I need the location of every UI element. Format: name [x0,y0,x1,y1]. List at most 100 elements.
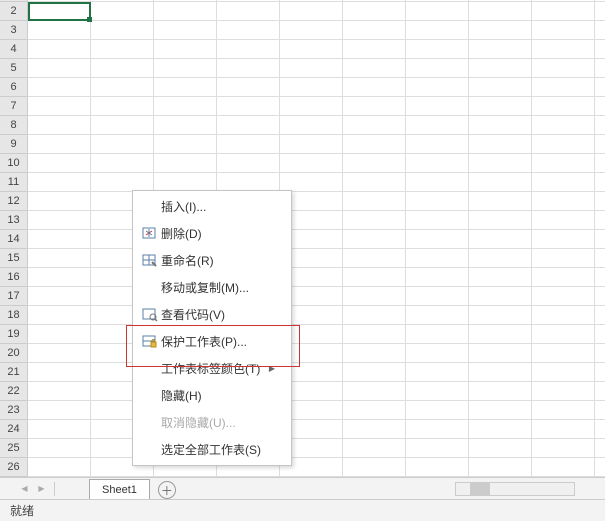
row-header[interactable]: 5 [0,59,27,78]
cell[interactable] [532,458,595,476]
cell[interactable] [91,173,154,191]
cell[interactable] [469,173,532,191]
cell[interactable] [532,249,595,267]
row-header[interactable]: 22 [0,382,27,401]
cell[interactable] [532,363,595,381]
sheet-nav-prev-icon[interactable]: ◀ [19,482,29,495]
cell[interactable] [91,40,154,58]
cell[interactable] [406,458,469,476]
cell[interactable] [532,116,595,134]
cell[interactable] [91,59,154,77]
cell[interactable] [532,401,595,419]
cell[interactable] [217,78,280,96]
cell[interactable] [28,116,91,134]
cell[interactable] [469,154,532,172]
cell[interactable] [280,40,343,58]
cell[interactable] [406,401,469,419]
cell[interactable] [469,344,532,362]
cell[interactable] [469,325,532,343]
menu-view-code[interactable]: 查看代码(V) [133,301,291,328]
menu-move-copy[interactable]: 移动或复制(M)... [133,274,291,301]
cell[interactable] [343,97,406,115]
cell[interactable] [154,135,217,153]
cell[interactable] [532,59,595,77]
cell[interactable] [532,325,595,343]
cell[interactable] [532,173,595,191]
cell[interactable] [532,420,595,438]
cell[interactable] [406,230,469,248]
cell[interactable] [154,40,217,58]
row-header[interactable]: 11 [0,173,27,192]
menu-protect-sheet[interactable]: 保护工作表(P)... [133,328,291,355]
row-header[interactable]: 17 [0,287,27,306]
cell[interactable] [532,2,595,20]
cell[interactable] [469,363,532,381]
add-sheet-button[interactable]: ＋ [158,481,176,499]
cell[interactable] [343,420,406,438]
cell[interactable] [154,59,217,77]
cell[interactable] [343,458,406,476]
cell[interactable] [532,97,595,115]
cell[interactable] [469,401,532,419]
menu-insert[interactable]: 插入(I)... [133,193,291,220]
cell[interactable] [154,173,217,191]
cell[interactable] [28,268,91,286]
cell[interactable] [280,2,343,20]
cell[interactable] [343,268,406,286]
cell[interactable] [91,116,154,134]
row-header[interactable]: 3 [0,21,27,40]
cell[interactable] [343,249,406,267]
cell[interactable] [343,135,406,153]
cell[interactable] [28,382,91,400]
cell[interactable] [343,116,406,134]
cell[interactable] [217,173,280,191]
row-header[interactable]: 4 [0,40,27,59]
cell[interactable] [28,59,91,77]
cell[interactable] [406,2,469,20]
cell[interactable] [343,211,406,229]
cell[interactable] [28,230,91,248]
sheet-nav-next-icon[interactable]: ▶ [36,482,46,495]
cell[interactable] [217,135,280,153]
cell[interactable] [28,78,91,96]
row-header[interactable]: 25 [0,439,27,458]
cell[interactable] [28,2,91,20]
cell[interactable] [91,154,154,172]
cell[interactable] [280,135,343,153]
cell[interactable] [469,249,532,267]
cell[interactable] [406,420,469,438]
cell[interactable] [343,2,406,20]
cell[interactable] [469,287,532,305]
cell[interactable] [532,439,595,457]
cell[interactable] [28,21,91,39]
cell[interactable] [469,21,532,39]
cell[interactable] [28,173,91,191]
cell[interactable] [406,97,469,115]
cell[interactable] [469,382,532,400]
cell[interactable] [532,306,595,324]
cell[interactable] [343,192,406,210]
cell[interactable] [280,154,343,172]
cell[interactable] [406,382,469,400]
cell[interactable] [406,192,469,210]
cell[interactable] [280,97,343,115]
cell[interactable] [28,344,91,362]
cell[interactable] [28,154,91,172]
cell[interactable] [343,325,406,343]
cell[interactable] [28,249,91,267]
cell[interactable] [343,439,406,457]
row-header[interactable]: 13 [0,211,27,230]
cell[interactable] [532,21,595,39]
cell[interactable] [28,325,91,343]
cell[interactable] [406,249,469,267]
cell[interactable] [532,78,595,96]
row-header[interactable]: 26 [0,458,27,477]
row-header[interactable]: 8 [0,116,27,135]
cell[interactable] [406,268,469,286]
row-header[interactable]: 16 [0,268,27,287]
cell[interactable] [343,40,406,58]
cell[interactable] [406,135,469,153]
row-header[interactable]: 6 [0,78,27,97]
cell[interactable] [154,2,217,20]
cell[interactable] [406,344,469,362]
